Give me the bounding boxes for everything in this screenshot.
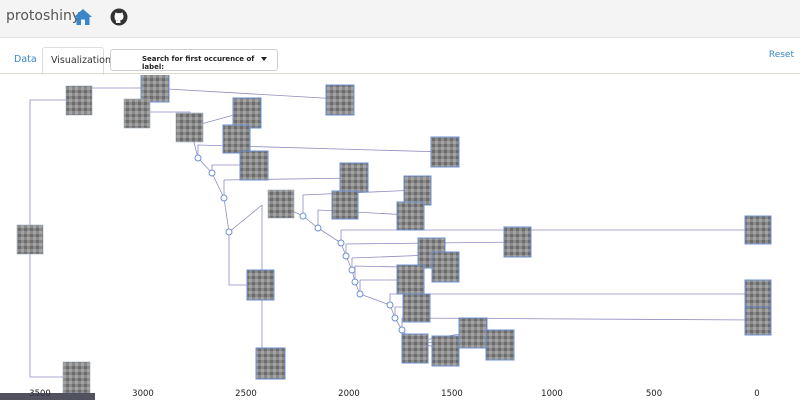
- node[interactable]: [391, 314, 399, 322]
- dendrogram-nodes: [194, 154, 416, 346]
- node[interactable]: [220, 194, 228, 202]
- x-tick: 3000: [132, 389, 154, 399]
- face-thumbnail[interactable]: [62, 361, 91, 394]
- face-thumbnail[interactable]: [140, 75, 170, 103]
- node[interactable]: [337, 239, 345, 247]
- face-thumbnail[interactable]: [246, 269, 275, 301]
- link: [340, 229, 756, 243]
- navbar: protoshiny: [0, 0, 800, 38]
- face-thumbnail[interactable]: [123, 98, 151, 129]
- node[interactable]: [351, 278, 359, 286]
- face-thumbnail[interactable]: [239, 150, 269, 181]
- face-thumbnail[interactable]: [339, 162, 369, 193]
- link-root-bottom: [29, 238, 76, 378]
- link: [317, 227, 342, 244]
- github-icon[interactable]: [110, 8, 128, 26]
- node[interactable]: [208, 169, 216, 177]
- link: [223, 197, 230, 233]
- face-thumbnail[interactable]: [744, 215, 772, 245]
- link: [359, 293, 391, 306]
- dendrogram-plot[interactable]: 3500 3000 2500 2000 1500 1000 500 0: [0, 75, 800, 400]
- node[interactable]: [194, 154, 202, 162]
- link: [228, 204, 263, 233]
- face-thumbnail[interactable]: [744, 279, 772, 309]
- link: [211, 172, 225, 199]
- status-overlay: [0, 393, 95, 400]
- app-title[interactable]: protoshiny: [6, 8, 80, 24]
- face-thumbnail[interactable]: [403, 175, 432, 206]
- home-icon[interactable]: [73, 8, 93, 26]
- face-thumbnail[interactable]: [485, 329, 515, 361]
- node[interactable]: [225, 228, 233, 236]
- link: [149, 87, 341, 100]
- x-tick: 500: [646, 389, 662, 399]
- face-thumbnail[interactable]: [255, 347, 286, 380]
- x-tick: 1500: [441, 389, 463, 399]
- face-thumbnail[interactable]: [175, 112, 204, 143]
- link: [401, 317, 757, 330]
- reset-button[interactable]: Reset: [769, 50, 794, 60]
- chevron-down-icon: [261, 57, 267, 61]
- node[interactable]: [386, 301, 394, 309]
- x-tick: 2000: [338, 389, 360, 399]
- face-thumbnail[interactable]: [401, 333, 429, 364]
- face-thumbnail[interactable]: [331, 190, 359, 220]
- face-thumbnail[interactable]: [232, 97, 262, 129]
- face-thumbnail[interactable]: [325, 84, 355, 116]
- tab-data[interactable]: Data: [6, 47, 45, 73]
- x-tick: 1000: [541, 389, 563, 399]
- link-root-top: [29, 99, 79, 238]
- label-search-dropdown[interactable]: Search for first occurence of label:: [110, 49, 278, 71]
- node[interactable]: [348, 266, 356, 274]
- node[interactable]: [299, 212, 307, 220]
- dendrogram-links: [29, 87, 757, 378]
- face-thumbnail[interactable]: [65, 85, 93, 116]
- x-axis: 3500 3000 2500 2000 1500 1000 500 0: [29, 389, 760, 399]
- face-thumbnail[interactable]: [458, 317, 488, 349]
- face-thumbnail[interactable]: [503, 226, 532, 258]
- link: [389, 293, 756, 305]
- face-thumbnail[interactable]: [431, 335, 460, 367]
- face-thumbnails: [16, 75, 772, 394]
- x-tick: 2500: [235, 389, 257, 399]
- face-thumbnail[interactable]: [431, 251, 460, 283]
- dropdown-label: Search for first occurence of label:: [142, 55, 255, 71]
- x-tick: 0: [754, 389, 759, 399]
- face-thumbnail[interactable]: [744, 306, 772, 336]
- node[interactable]: [314, 224, 322, 232]
- face-thumbnail[interactable]: [402, 293, 431, 323]
- tab-divider: [0, 73, 800, 74]
- node[interactable]: [398, 326, 406, 334]
- face-thumbnail[interactable]: [396, 201, 425, 231]
- face-thumbnail[interactable]: [430, 136, 460, 168]
- node[interactable]: [342, 252, 350, 260]
- face-thumbnail[interactable]: [396, 264, 425, 295]
- tab-visualization[interactable]: Visualization: [42, 47, 111, 75]
- node[interactable]: [356, 290, 364, 298]
- face-thumbnail[interactable]: [16, 224, 44, 255]
- face-thumbnail[interactable]: [267, 189, 295, 219]
- face-thumbnail[interactable]: [222, 124, 251, 154]
